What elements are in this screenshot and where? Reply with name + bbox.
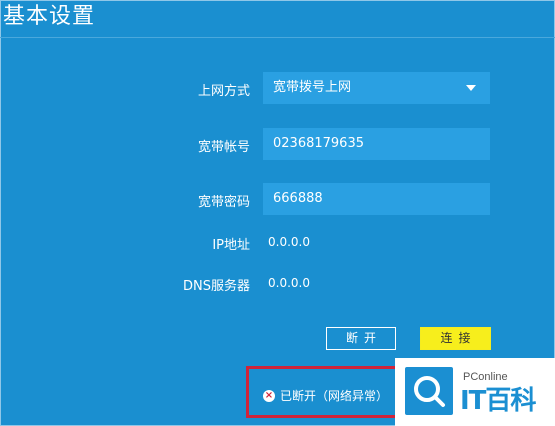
ip-label: IP地址 — [212, 238, 250, 253]
account-input[interactable] — [263, 128, 490, 160]
connection-status-text: 已断开（网络异常） — [280, 389, 389, 403]
title-divider — [0, 37, 555, 38]
connection-type-value: 宽带拨号上网 — [273, 80, 352, 95]
dns-value: 0.0.0.0 — [268, 276, 310, 290]
dns-label: DNS服务器 — [183, 279, 250, 294]
password-label: 宽带密码 — [197, 195, 250, 210]
chevron-down-icon — [466, 85, 476, 91]
account-label: 宽带帐号 — [197, 140, 250, 155]
ip-value: 0.0.0.0 — [268, 235, 310, 249]
watermark-brand: IT百科 — [460, 386, 536, 416]
page-title: 基本设置 — [3, 4, 96, 29]
connection-type-select[interactable]: 宽带拨号上网 — [263, 72, 490, 104]
error-x-icon: × — [263, 390, 275, 402]
connection-type-label: 上网方式 — [197, 84, 250, 99]
watermark-site-name: PConline — [463, 371, 508, 383]
connect-button[interactable]: 连接 — [420, 327, 491, 350]
pconline-logo-icon — [405, 367, 453, 415]
disconnect-button[interactable]: 断开 — [326, 327, 396, 350]
password-input[interactable] — [263, 183, 490, 215]
